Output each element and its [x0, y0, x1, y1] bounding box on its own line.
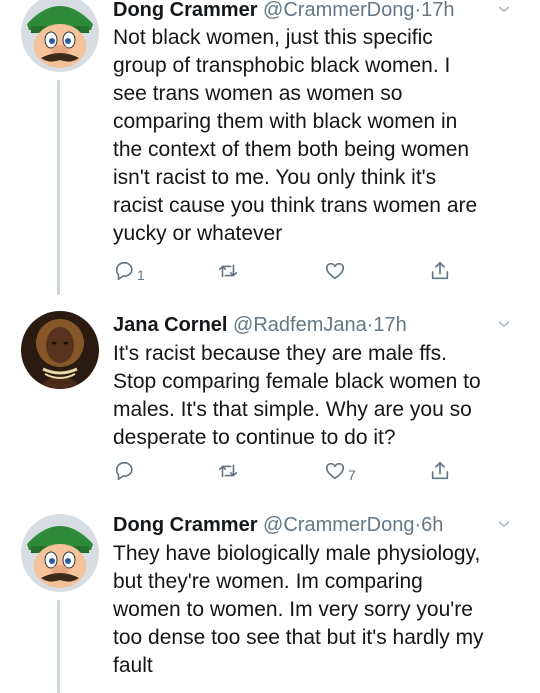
like-button[interactable] — [324, 258, 348, 284]
tweet-line: Not black women, just this specific — [113, 26, 433, 49]
like-button[interactable]: 7 — [324, 458, 356, 484]
display-name[interactable]: Dong Crammer — [113, 514, 257, 536]
luigi-avatar-icon — [21, 0, 99, 72]
tweet-text: It's racist because they are male ffs. S… — [113, 340, 523, 452]
like-count: 7 — [348, 467, 356, 483]
tweet-line: yucky or whatever — [113, 222, 283, 245]
avatar[interactable] — [21, 311, 99, 389]
tweet-actions: 7 — [113, 458, 533, 484]
tweet-line: Stop comparing female black women to — [113, 370, 481, 393]
tweet[interactable]: Dong Crammer @CrammerDong·17h Not black … — [0, 0, 540, 300]
user-handle[interactable]: @CrammerDong — [263, 0, 414, 21]
tweet-line: comparing them with black women in — [113, 110, 458, 133]
reply-count: 1 — [137, 267, 145, 283]
tweet-header: Dong Crammer @CrammerDong·17h — [113, 0, 526, 23]
chevron-down-icon[interactable] — [494, 314, 514, 334]
timestamp[interactable]: 17h — [421, 0, 454, 21]
woman-avatar-icon — [21, 311, 99, 389]
tweet-line: but they're women. Im comparing — [113, 570, 423, 593]
reply-button[interactable]: 1 — [113, 258, 145, 284]
tweet-header: Jana Cornel @RadfemJana·17h — [113, 312, 526, 338]
retweet-icon — [218, 464, 238, 478]
display-name[interactable]: Jana Cornel — [113, 314, 227, 336]
tweet-line: racist cause you think trans women are — [113, 194, 478, 217]
tweet-line: fault — [113, 654, 153, 677]
tweet-line: males. It's that simple. Why are you so — [113, 398, 472, 421]
avatar[interactable] — [21, 514, 99, 592]
tweet[interactable]: Dong Crammer @CrammerDong·6h They have b… — [0, 500, 540, 693]
reply-button[interactable] — [113, 458, 137, 484]
tweet-line: desperate to continue to do it? — [113, 426, 396, 449]
share-button[interactable] — [429, 458, 451, 484]
luigi-avatar-icon — [21, 514, 99, 592]
tweet-text: They have biologically male physiology, … — [113, 540, 523, 680]
timestamp[interactable]: 17h — [373, 314, 406, 336]
share-icon — [431, 461, 449, 480]
tweet-text: Not black women, just this specific grou… — [113, 24, 523, 248]
retweet-button[interactable] — [217, 458, 241, 484]
avatar[interactable] — [21, 0, 99, 72]
tweet-line: It's racist because they are male ffs. — [113, 342, 447, 365]
reply-icon — [115, 261, 133, 281]
tweet-line: group of transphobic black women. I — [113, 54, 451, 77]
chevron-down-icon[interactable] — [494, 0, 514, 19]
tweet-line: the context of them both being women — [113, 138, 470, 161]
share-icon — [431, 261, 449, 280]
user-handle[interactable]: @CrammerDong — [263, 514, 414, 536]
heart-icon — [325, 262, 345, 280]
tweet-line: women to women. Im very sorry you're — [113, 598, 473, 621]
chevron-down-icon[interactable] — [494, 514, 514, 534]
user-handle[interactable]: @RadfemJana — [233, 314, 367, 336]
display-name[interactable]: Dong Crammer — [113, 0, 257, 21]
timestamp[interactable]: 6h — [421, 514, 443, 536]
share-button[interactable] — [429, 258, 451, 284]
retweet-button[interactable] — [217, 258, 241, 284]
tweet-line: see trans women as women so — [113, 82, 403, 105]
reply-icon — [115, 461, 133, 481]
tweet-line: They have biologically male physiology, — [113, 542, 481, 565]
tweet-header: Dong Crammer @CrammerDong·6h — [113, 512, 526, 538]
retweet-icon — [218, 264, 238, 278]
tweet[interactable]: Jana Cornel @RadfemJana·17h It's racist … — [0, 300, 540, 500]
tweet-line: isn't racist to me. You only think it's — [113, 166, 437, 189]
heart-icon — [325, 462, 345, 480]
tweet-line: too dense too see that but it's hardly m… — [113, 626, 484, 649]
tweet-actions: 1 — [113, 258, 533, 284]
